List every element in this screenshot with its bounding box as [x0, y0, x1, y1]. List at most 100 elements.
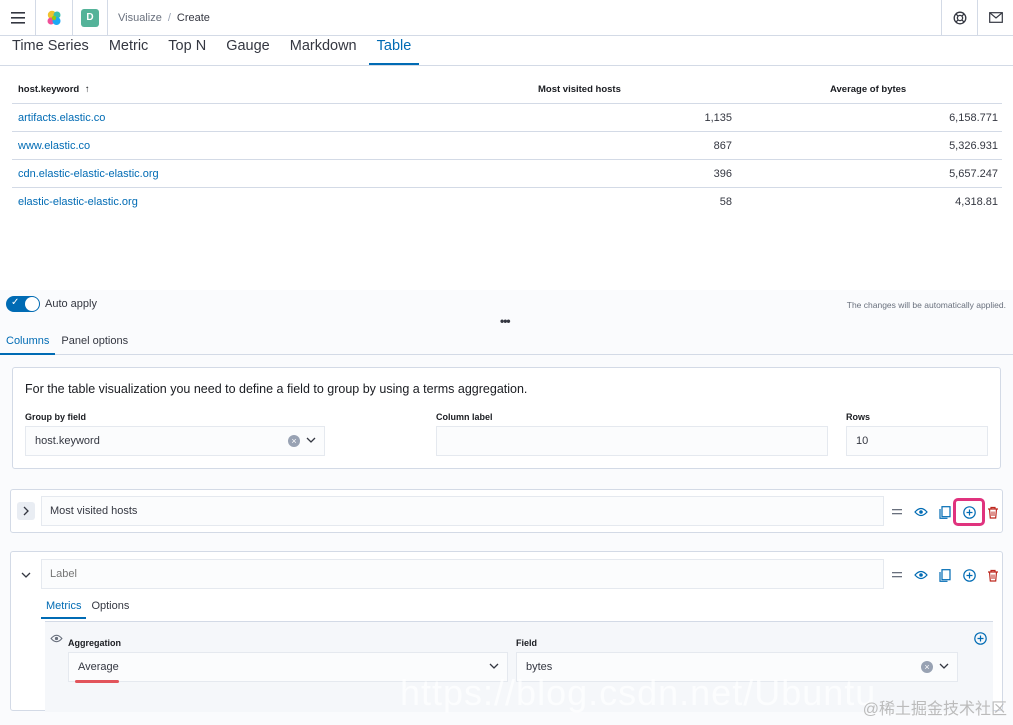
table-row: artifacts.elastic.co 1,135 6,158.771 — [12, 104, 1002, 132]
series-label-input[interactable]: Most visited hosts — [41, 496, 884, 526]
tab-options[interactable]: Options — [86, 597, 134, 619]
eye-icon — [914, 570, 928, 580]
chevron-down-icon — [21, 572, 31, 578]
table-cell: 4,318.81 — [955, 196, 998, 208]
host-link[interactable]: elastic-elastic-elastic.org — [18, 196, 138, 208]
series-row-most-visited: Most visited hosts — [10, 489, 1003, 533]
delete-series-button[interactable] — [981, 565, 1005, 585]
host-link[interactable]: www.elastic.co — [18, 140, 90, 152]
column-header-label: host.keyword — [18, 84, 80, 95]
resize-handle[interactable]: ••• — [500, 314, 511, 328]
help-button[interactable] — [941, 0, 977, 36]
tab-time-series[interactable]: Time Series — [4, 35, 97, 65]
drag-handle[interactable] — [885, 502, 909, 522]
tab-table[interactable]: Table — [368, 35, 420, 65]
grab-icon — [892, 572, 902, 578]
copy-icon — [939, 505, 951, 519]
breadcrumb-create: Create — [176, 11, 210, 24]
table-row: cdn.elastic-elastic-elastic.org 396 5,65… — [12, 160, 1002, 188]
breadcrumb-visualize[interactable]: Visualize — [118, 12, 162, 24]
collapse-button[interactable] — [17, 566, 35, 584]
trash-icon — [988, 506, 998, 519]
chevron-down-icon — [489, 663, 499, 669]
tab-metric[interactable]: Metric — [101, 35, 156, 65]
check-icon: ✓ — [11, 297, 20, 308]
rows-input[interactable]: 10 — [846, 426, 988, 456]
tab-panel-options[interactable]: Panel options — [55, 330, 134, 355]
group-by-label: Group by field — [25, 412, 87, 422]
auto-apply-note: The changes will be automatically applie… — [846, 300, 1006, 310]
table-cell: 6,158.771 — [949, 111, 998, 124]
column-header-bytes[interactable]: Average of bytes — [732, 84, 1002, 95]
elastic-logo-icon — [47, 10, 61, 25]
grab-icon — [892, 509, 902, 515]
tab-gauge[interactable]: Gauge — [218, 35, 278, 65]
clear-icon[interactable]: × — [921, 661, 933, 673]
table-row: www.elastic.co 867 5,326.931 — [12, 132, 1002, 160]
add-series-button[interactable] — [957, 565, 981, 585]
tab-columns[interactable]: Columns — [0, 330, 56, 355]
group-by-value: host.keyword — [35, 435, 100, 447]
plus-circle-icon[interactable] — [974, 632, 987, 645]
series-actions — [885, 565, 1005, 585]
expand-button[interactable] — [17, 502, 35, 520]
chevron-right-icon — [23, 506, 29, 516]
table-cell: 1,135 — [704, 111, 732, 124]
tab-metrics[interactable]: Metrics — [41, 597, 87, 619]
rows-value: 10 — [856, 435, 869, 447]
chevron-down-icon — [939, 663, 949, 669]
column-header-host[interactable]: host.keyword ↑ — [12, 84, 532, 95]
copy-icon — [939, 568, 951, 582]
highlight-underline — [75, 680, 119, 683]
column-label-label: Column label — [436, 412, 493, 422]
breadcrumb-separator: / — [167, 11, 171, 24]
series-actions — [885, 498, 1005, 526]
series-tabs: Metrics Options — [41, 597, 134, 619]
toggle-visibility-button[interactable] — [909, 565, 933, 585]
chevron-down-icon — [306, 437, 316, 443]
column-label-input[interactable] — [436, 426, 828, 456]
tab-top-n[interactable]: Top N — [160, 35, 214, 65]
group-by-box: For the table visualization you need to … — [12, 367, 1001, 469]
space-selector[interactable]: D — [73, 0, 108, 36]
hamburger-icon — [10, 11, 25, 24]
clear-icon[interactable]: × — [288, 435, 300, 447]
toggle-visibility-button[interactable] — [909, 502, 933, 522]
auto-apply-label: Auto apply — [45, 298, 97, 310]
tab-markdown[interactable]: Markdown — [282, 35, 365, 65]
auto-apply-switch[interactable]: ✓ — [6, 296, 40, 312]
column-header-visits[interactable]: Most visited hosts — [532, 84, 732, 95]
top-nav-bar: D Visualize / Create — [0, 0, 1013, 36]
series-label-input[interactable] — [41, 559, 884, 589]
drag-handle[interactable] — [885, 565, 909, 585]
breadcrumb: Visualize / Create — [108, 12, 941, 24]
newsfeed-button[interactable] — [977, 0, 1013, 36]
mail-icon — [988, 12, 1003, 23]
group-by-select[interactable]: host.keyword × — [25, 426, 325, 456]
eye-icon — [914, 507, 928, 517]
editor-panel: ✓ Auto apply The changes will be automat… — [0, 290, 1013, 725]
series-label-value: Most visited hosts — [50, 505, 138, 517]
table-cell: 5,657.247 — [949, 167, 998, 180]
clone-series-button[interactable] — [933, 565, 957, 585]
host-link[interactable]: artifacts.elastic.co — [18, 112, 105, 124]
eye-icon[interactable] — [50, 634, 63, 643]
delete-series-button[interactable] — [981, 502, 1005, 522]
aggregation-label: Aggregation — [68, 638, 121, 648]
table-header-row: host.keyword ↑ Most visited hosts Averag… — [12, 76, 1002, 104]
help-icon — [953, 11, 966, 24]
table-cell: 396 — [713, 167, 732, 180]
data-table: host.keyword ↑ Most visited hosts Averag… — [12, 76, 1002, 216]
clone-series-button[interactable] — [933, 502, 957, 522]
visualization-type-tabs: Time Series Metric Top N Gauge Markdown … — [0, 36, 1013, 66]
table-cell: 867 — [713, 139, 732, 152]
watermark: https://blog.csdn.net/Ubuntu — [400, 672, 877, 713]
host-link[interactable]: cdn.elastic-elastic-elastic.org — [18, 168, 159, 180]
add-series-button[interactable] — [953, 498, 985, 526]
sort-ascending-icon: ↑ — [84, 84, 90, 95]
table-cell: 5,326.931 — [949, 139, 998, 152]
space-avatar: D — [81, 8, 99, 27]
menu-button[interactable] — [0, 0, 36, 36]
elastic-logo[interactable] — [36, 0, 73, 36]
group-by-intro: For the table visualization you need to … — [25, 382, 528, 396]
